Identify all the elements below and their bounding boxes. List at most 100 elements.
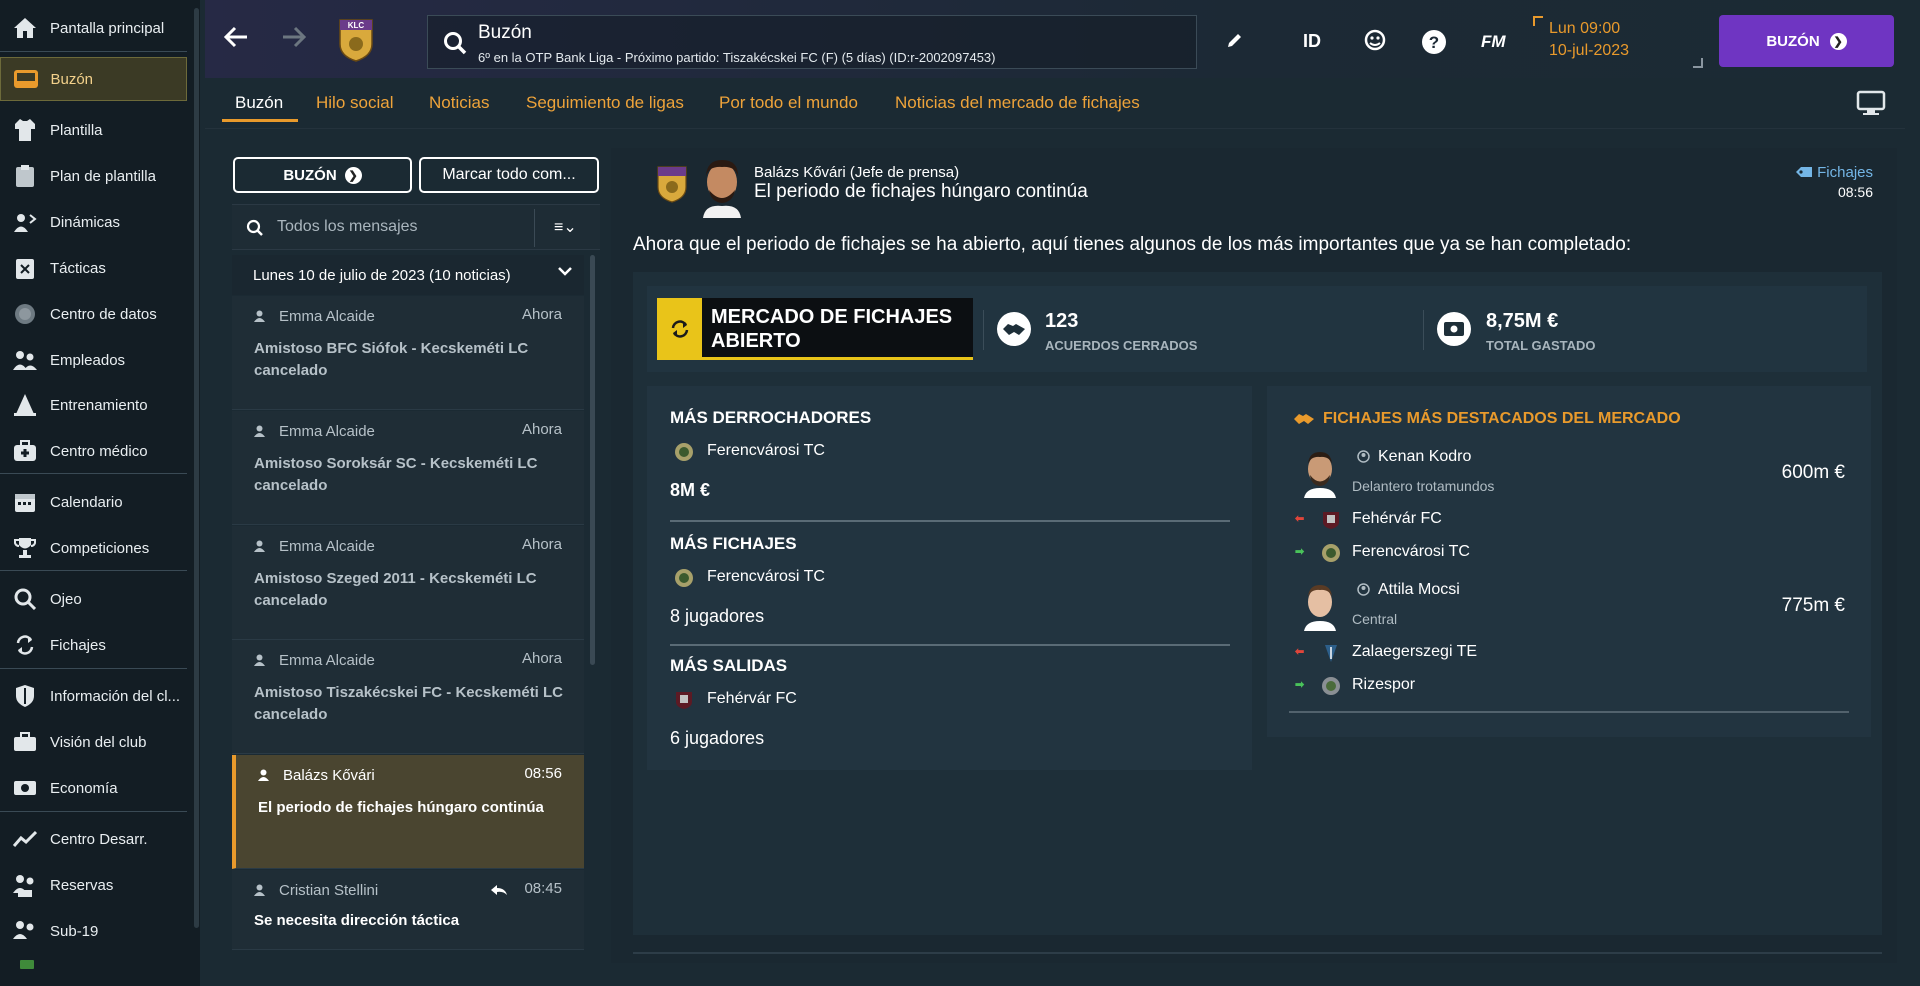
list-item[interactable]: Emma Alcaide Ahora Amistoso BFC Siófok -… xyxy=(232,296,584,410)
sidebar-item-data-hub[interactable]: Centro de datos xyxy=(0,292,187,336)
sidebar-item-u19[interactable]: Sub-19 xyxy=(0,909,187,953)
sidebar-item-tactics[interactable]: Tácticas xyxy=(0,246,187,290)
top-transfers-card: FICHAJES MÁS DESTACADOS DEL MERCADO Kena… xyxy=(1267,386,1871,737)
player-name-link[interactable]: Attila Mocsi xyxy=(1378,581,1460,599)
deals-value: 123 xyxy=(1045,310,1079,332)
from-club-link[interactable]: Zalaegerszegi TE xyxy=(1352,643,1477,661)
tactics-board-icon xyxy=(0,256,50,280)
to-club-link[interactable]: Ferencvárosi TC xyxy=(1352,543,1470,561)
id-button[interactable]: ID xyxy=(1303,31,1321,52)
player-photo[interactable] xyxy=(1300,581,1340,631)
reply-icon xyxy=(491,885,507,895)
message-sender: Emma Alcaide xyxy=(279,308,375,325)
list-item[interactable]: Emma Alcaide Ahora Amistoso Tiszakécskei… xyxy=(232,640,584,754)
club-link[interactable]: Ferencvárosi TC xyxy=(707,442,825,460)
sidebar-item-club-vision[interactable]: Visión del club xyxy=(0,720,187,764)
club-link[interactable]: Ferencvárosi TC xyxy=(707,568,825,586)
club-badge-icon xyxy=(1323,512,1339,529)
search-box[interactable]: Buzón 6º en la OTP Bank Liga - Próximo p… xyxy=(427,15,1197,69)
tag-icon xyxy=(1796,167,1813,177)
sidebar-item-inbox[interactable]: Buzón xyxy=(0,57,187,101)
club-crest-icon[interactable]: KLC xyxy=(338,18,374,62)
club-link[interactable]: Fehérvár FC xyxy=(707,690,797,708)
market-status-text: MERCADO DE FICHAJES ABIERTO xyxy=(711,306,953,352)
tab-league-tracking[interactable]: Seguimiento de ligas xyxy=(526,93,684,113)
date-corner xyxy=(1693,58,1703,68)
svg-text:?: ? xyxy=(1429,33,1439,52)
search-input[interactable]: Todos los mensajes xyxy=(277,218,418,236)
game-date[interactable]: Lun 09:00 10-jul-2023 xyxy=(1533,16,1703,68)
person-icon xyxy=(254,540,265,552)
tab-news[interactable]: Noticias xyxy=(429,93,489,113)
pencil-icon[interactable] xyxy=(1226,31,1244,54)
tab-inbox[interactable]: Buzón xyxy=(235,93,283,113)
message-date-group[interactable]: Lunes 10 de julio de 2023 (10 noticias) xyxy=(232,255,584,295)
sidebar-item-club-info[interactable]: Información del cl... xyxy=(0,674,187,718)
message-time: 08:56 xyxy=(524,765,562,782)
player-photo[interactable] xyxy=(1300,448,1340,498)
list-item-selected[interactable]: Balázs Kővári 08:56 El periodo de fichaj… xyxy=(232,755,584,869)
tab-bar: Buzón Hilo social Noticias Seguimiento d… xyxy=(222,78,1722,124)
list-scrollbar[interactable] xyxy=(590,255,595,665)
sidebar-divider xyxy=(0,51,187,52)
list-item[interactable]: Emma Alcaide Ahora Amistoso Soroksár SC … xyxy=(232,411,584,525)
person-icon xyxy=(258,769,269,781)
continue-button[interactable]: BUZÓN ❯ xyxy=(1719,15,1894,67)
list-item[interactable]: Emma Alcaide Ahora Amistoso Szeged 2011 … xyxy=(232,526,584,640)
market-stats-card: MÁS DERROCHADORES Ferencvárosi TC 8M € M… xyxy=(647,386,1252,770)
message-detail-panel: Balázs Kővári (Jefe de prensa) El period… xyxy=(611,148,1897,963)
sender-avatar[interactable] xyxy=(697,156,747,218)
sidebar-item-scouting[interactable]: Ojeo xyxy=(0,577,187,621)
sidebar-item-staff[interactable]: Empleados xyxy=(0,338,187,382)
help-icon[interactable]: ? xyxy=(1421,29,1447,60)
divider xyxy=(983,310,984,350)
sidebar-item-squad-plan[interactable]: Plan de plantilla xyxy=(0,154,187,198)
continue-label: BUZÓN xyxy=(1766,32,1820,50)
monitor-icon[interactable] xyxy=(1856,90,1886,121)
sidebar-label-tactics: Tácticas xyxy=(50,259,106,277)
sidebar-item-dynamics[interactable]: Dinámicas xyxy=(0,200,187,244)
back-arrow-icon[interactable] xyxy=(223,24,249,58)
sidebar-item-transfers[interactable]: Fichajes xyxy=(0,623,187,667)
list-item[interactable]: Cristian Stellini 08:45 Se necesita dire… xyxy=(232,870,584,950)
club-badge-icon xyxy=(1322,677,1340,695)
sidebar-item-squad[interactable]: Plantilla xyxy=(0,108,187,152)
message-sender[interactable]: Balázs Kővári (Jefe de prensa) xyxy=(754,164,959,181)
message-tag[interactable]: Fichajes xyxy=(1795,164,1873,181)
face-icon[interactable] xyxy=(1364,29,1386,56)
message-subject: Amistoso BFC Siófok - Kecskeméti LC canc… xyxy=(254,340,529,379)
tab-social-feed[interactable]: Hilo social xyxy=(316,93,393,113)
message-search[interactable]: Todos los mensajes ≡⌄ xyxy=(232,204,600,250)
sidebar-item-training[interactable]: Entrenamiento xyxy=(0,383,187,427)
from-club-link[interactable]: Fehérvár FC xyxy=(1352,510,1442,528)
sidebar-label-finances: Economía xyxy=(50,779,118,797)
sidebar-item-calendar[interactable]: Calendario xyxy=(0,480,187,524)
sidebar-item-home[interactable]: Pantalla principal xyxy=(0,6,187,50)
sidebar-scrollbar[interactable] xyxy=(194,8,199,928)
tab-transfer-news[interactable]: Noticias del mercado de fichajes xyxy=(895,93,1140,113)
player-status-icon xyxy=(1357,583,1370,596)
person-icon xyxy=(254,310,265,322)
sidebar-item-medical[interactable]: Centro médico xyxy=(0,429,187,473)
filter-menu-icon[interactable]: ≡⌄ xyxy=(554,217,577,237)
message-subject: El periodo de fichajes húngaro continúa xyxy=(754,181,1088,202)
handshake-icon xyxy=(997,312,1031,346)
player-position: Delantero trotamundos xyxy=(1352,478,1495,494)
sidebar-item-competitions[interactable]: Competiciones xyxy=(0,526,187,570)
player-name-link[interactable]: Kenan Kodro xyxy=(1378,448,1471,466)
to-club-link[interactable]: Rizespor xyxy=(1352,676,1415,694)
message-time: 08:56 xyxy=(1837,184,1873,200)
sidebar-label-transfers: Fichajes xyxy=(50,636,106,654)
inbox-filter-button[interactable]: BUZÓN ❯ xyxy=(233,157,412,193)
fm-menu-button[interactable]: FM xyxy=(1481,32,1506,52)
club-crest-icon xyxy=(657,166,687,203)
mark-all-read-button[interactable]: Marcar todo com... xyxy=(419,157,599,193)
stat-value: 8 jugadores xyxy=(670,606,765,626)
sidebar-item-finances[interactable]: Economía xyxy=(0,766,187,810)
page-title: Buzón xyxy=(478,22,532,43)
tab-around-the-world[interactable]: Por todo el mundo xyxy=(719,93,858,113)
sidebar-item-dev-centre[interactable]: Centro Desarr. xyxy=(0,817,187,861)
sidebar-item-reserves[interactable]: Reservas xyxy=(0,863,187,907)
shirt-icon xyxy=(0,118,50,142)
forward-arrow-icon[interactable] xyxy=(281,24,307,58)
